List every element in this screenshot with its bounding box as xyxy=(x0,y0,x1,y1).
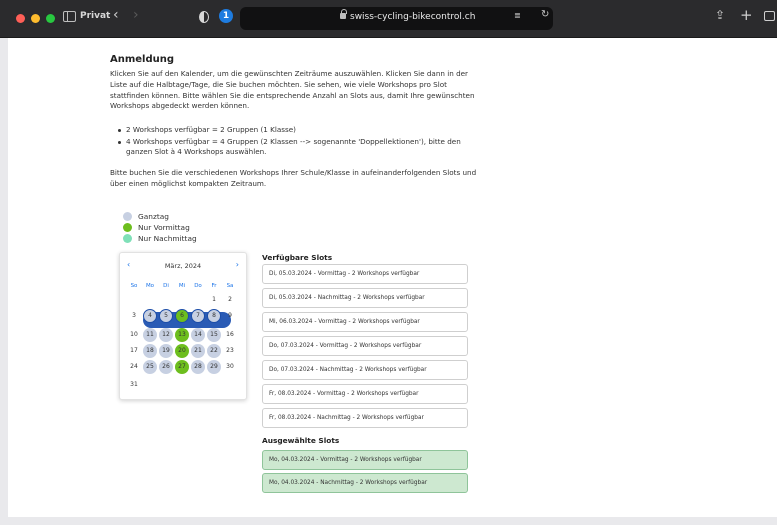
date-picker-calendar: ‹ März, 2024 › So Mo Di Mi Do Fr Sa 1 2 3 4 5 6 7 8 9 10… xyxy=(119,252,247,400)
calendar-day[interactable]: 15 xyxy=(207,328,221,342)
calendar-day[interactable]: 27 xyxy=(175,360,189,374)
selected-slot-item[interactable]: Mo, 04.03.2024 - Vormittag - 2 Workshops… xyxy=(262,450,468,470)
calendar-day[interactable]: 22 xyxy=(207,344,221,358)
password-manager-icon[interactable]: 1 xyxy=(219,9,233,23)
legend-item-vormittag: Nur Vormittag xyxy=(123,222,197,233)
calendar-day[interactable]: 29 xyxy=(207,360,221,374)
calendar-day[interactable]: 18 xyxy=(143,344,157,358)
privacy-shield-icon[interactable] xyxy=(199,11,209,23)
calendar-day[interactable]: 23 xyxy=(223,344,237,358)
available-slot-item[interactable]: Di, 05.03.2024 - Vormittag - 2 Workshops… xyxy=(262,264,468,284)
legend-label: Ganztag xyxy=(138,212,169,221)
lock-icon xyxy=(340,9,347,19)
selected-slot-item[interactable]: Mo, 04.03.2024 - Nachmittag - 2 Workshop… xyxy=(262,473,468,493)
calendar-day[interactable]: 16 xyxy=(223,328,237,342)
weekday-header: Do xyxy=(194,283,202,289)
close-window-button[interactable] xyxy=(16,14,25,23)
legend-dot-icon xyxy=(123,234,132,243)
calendar-month-title: März, 2024 xyxy=(164,262,202,270)
legend-dot-icon xyxy=(123,212,132,221)
calendar-day[interactable]: 12 xyxy=(159,328,173,342)
calendar-day[interactable]: 31 xyxy=(127,378,141,392)
calendar-day[interactable]: 26 xyxy=(159,360,173,374)
calendar-day[interactable]: 13 xyxy=(175,328,189,342)
calendar-day[interactable]: 9 xyxy=(223,309,237,323)
calendar-day[interactable]: 21 xyxy=(191,344,205,358)
calendar-day[interactable]: 5 xyxy=(159,309,173,323)
weekday-header: Mo xyxy=(145,283,155,289)
legend-item-nachmittag: Nur Nachmittag xyxy=(123,233,197,244)
forward-arrow-icon[interactable]: › xyxy=(133,7,139,23)
calendar-day[interactable]: 6 xyxy=(175,309,189,323)
back-arrow-icon[interactable]: ‹ xyxy=(113,7,119,23)
rule-item: 2 Workshops verfügbar = 2 Gruppen (1 Kla… xyxy=(118,125,476,136)
url-text[interactable]: swiss-cycling-bikecontrol.ch xyxy=(350,12,475,22)
sidebar-toggle-icon[interactable] xyxy=(63,11,76,22)
share-icon[interactable]: ⇪ xyxy=(715,8,725,22)
available-slot-item[interactable]: Mi, 06.03.2024 - Vormittag - 2 Workshops… xyxy=(262,312,468,332)
reader-mode-icon[interactable]: ≣ xyxy=(514,11,521,20)
booking-hint-text: Bitte buchen Sie die verschiedenen Works… xyxy=(110,168,477,188)
reload-icon[interactable]: ↻ xyxy=(541,9,549,20)
calendar-day[interactable]: 19 xyxy=(159,344,173,358)
weekday-header: Fr xyxy=(211,283,217,289)
weekday-header: Di xyxy=(163,283,169,289)
calendar-day[interactable]: 11 xyxy=(143,328,157,342)
calendar-day[interactable]: 17 xyxy=(127,344,141,358)
legend-label: Nur Vormittag xyxy=(138,223,190,232)
available-slots-title: Verfügbare Slots xyxy=(262,253,333,262)
workshop-rules-list: 2 Workshops verfügbar = 2 Gruppen (1 Kla… xyxy=(118,125,476,159)
new-tab-icon[interactable]: + xyxy=(740,6,753,24)
calendar-day[interactable]: 1 xyxy=(207,293,221,307)
calendar-day[interactable]: 3 xyxy=(127,309,141,323)
calendar-day[interactable]: 20 xyxy=(175,344,189,358)
calendar-day[interactable]: 30 xyxy=(223,360,237,374)
legend-item-ganztag: Ganztag xyxy=(123,211,197,222)
selected-slots-title: Ausgewählte Slots xyxy=(262,436,340,445)
calendar-day[interactable]: 4 xyxy=(143,309,157,323)
weekday-header: So xyxy=(130,283,138,289)
calendar-day[interactable]: 28 xyxy=(191,360,205,374)
weekday-header: Sa xyxy=(226,283,234,289)
calendar-day[interactable]: 14 xyxy=(191,328,205,342)
calendar-day[interactable]: 24 xyxy=(127,360,141,374)
calendar-day[interactable]: 2 xyxy=(223,293,237,307)
available-slot-item[interactable]: Fr, 08.03.2024 - Nachmittag - 2 Workshop… xyxy=(262,408,468,428)
available-slot-item[interactable]: Fr, 08.03.2024 - Vormittag - 2 Workshops… xyxy=(262,384,468,404)
calendar-day[interactable]: 25 xyxy=(143,360,157,374)
calendar-legend: Ganztag Nur Vormittag Nur Nachmittag xyxy=(123,211,197,244)
available-slot-item[interactable]: Di, 05.03.2024 - Nachmittag - 2 Workshop… xyxy=(262,288,468,308)
browser-toolbar: Privat ‹ › 1 swiss-cycling-bikecontrol.c… xyxy=(0,0,777,38)
page-title: Anmeldung xyxy=(110,54,175,65)
tab-group-label[interactable]: Privat xyxy=(80,11,110,21)
rule-item: 4 Workshops verfügbar = 4 Gruppen (2 Kla… xyxy=(118,137,476,158)
calendar-day[interactable]: 7 xyxy=(191,309,205,323)
tab-overview-icon[interactable] xyxy=(764,11,775,21)
available-slot-item[interactable]: Do, 07.03.2024 - Nachmittag - 2 Workshop… xyxy=(262,360,468,380)
available-slot-item[interactable]: Do, 07.03.2024 - Vormittag - 2 Workshops… xyxy=(262,336,468,356)
calendar-day[interactable]: 8 xyxy=(207,309,221,323)
legend-label: Nur Nachmittag xyxy=(138,234,197,243)
weekday-header: Mi xyxy=(178,283,186,289)
next-month-icon[interactable]: › xyxy=(236,260,239,269)
zoom-window-button[interactable] xyxy=(46,14,55,23)
legend-dot-icon xyxy=(123,223,132,232)
minimize-window-button[interactable] xyxy=(31,14,40,23)
calendar-day[interactable]: 10 xyxy=(127,328,141,342)
intro-text: Klicken Sie auf den Kalender, um die gew… xyxy=(110,69,475,111)
